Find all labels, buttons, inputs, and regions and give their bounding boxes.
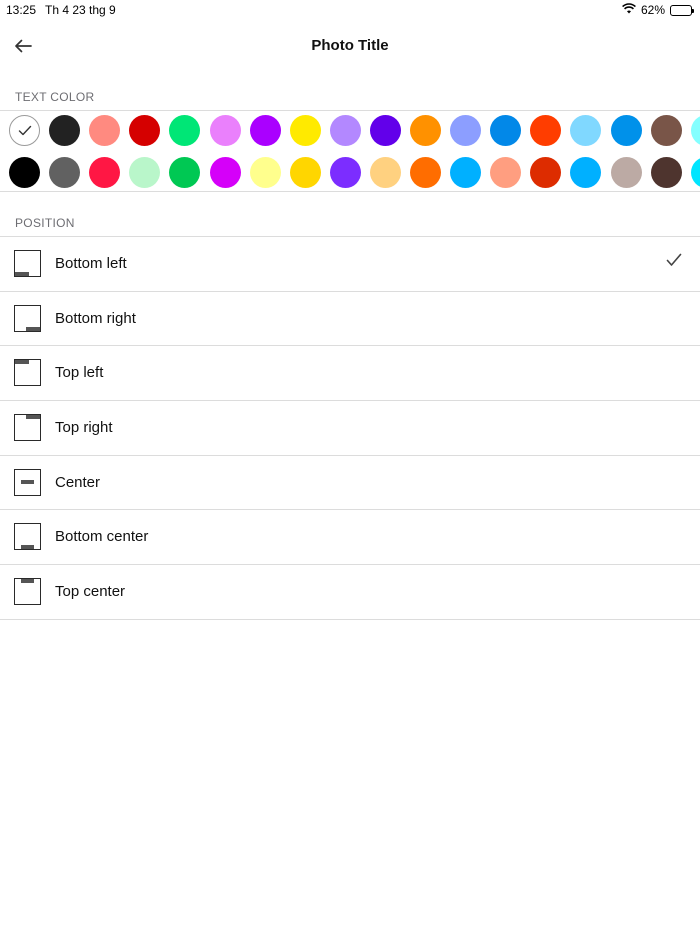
position-option-bottom-left[interactable]: Bottom left [0, 237, 700, 292]
color-grid [0, 110, 700, 192]
position-bottom-center-icon [14, 523, 41, 551]
position-label: Top right [55, 419, 113, 437]
position-label: Bottom left [55, 255, 127, 272]
checkmark-icon [666, 253, 682, 272]
status-date: Th 4 23 thg 9 [45, 3, 116, 17]
position-label: Top center [55, 583, 126, 601]
position-top-right-icon [14, 414, 41, 442]
color-swatch[interactable] [89, 115, 121, 146]
wifi-icon [622, 3, 636, 17]
color-swatch[interactable] [369, 115, 401, 146]
color-swatch[interactable] [530, 115, 562, 146]
position-marker [21, 480, 34, 485]
position-option-top-left[interactable]: Top left [0, 346, 700, 402]
position-top-center-icon [14, 578, 41, 606]
color-swatch[interactable] [650, 115, 682, 146]
color-swatch[interactable] [610, 115, 642, 146]
color-swatch[interactable] [169, 115, 201, 146]
color-swatch[interactable] [570, 157, 602, 188]
status-indicators: 62% [622, 3, 694, 17]
page-title: Photo Title [311, 37, 389, 54]
color-swatch[interactable] [289, 157, 321, 188]
position-header: POSITION [15, 216, 75, 230]
position-bottom-right-icon [14, 304, 41, 332]
position-option-top-right[interactable]: Top right [0, 401, 700, 456]
position-label: Top left [55, 364, 104, 382]
color-swatch[interactable] [490, 115, 522, 146]
color-swatch[interactable] [209, 115, 241, 146]
text-color-header: TEXT COLOR [15, 90, 95, 104]
color-swatch[interactable] [410, 157, 441, 188]
color-swatch[interactable] [9, 115, 40, 146]
color-swatch[interactable] [129, 157, 161, 188]
position-option-bottom-right[interactable]: Bottom right [0, 292, 700, 347]
position-marker [21, 545, 34, 550]
color-swatch[interactable] [329, 115, 361, 146]
battery-percent: 62% [640, 3, 665, 17]
position-list: Bottom left Bottom right Top left Top right… [0, 236, 700, 620]
color-swatch[interactable] [89, 157, 121, 188]
color-swatch[interactable] [329, 157, 361, 188]
color-swatch[interactable] [249, 115, 281, 146]
arrow-left-icon [15, 39, 32, 53]
position-option-bottom-center[interactable]: Bottom center [0, 510, 700, 566]
position-label: Center [55, 473, 101, 491]
color-swatch[interactable] [169, 157, 201, 188]
position-option-center[interactable]: Center [0, 456, 700, 511]
color-swatch[interactable] [490, 157, 522, 188]
color-swatch[interactable] [450, 157, 482, 188]
position-marker [26, 326, 40, 331]
position-option-top-center[interactable]: Top center [0, 565, 700, 620]
color-swatch[interactable] [9, 157, 40, 188]
color-swatch[interactable] [690, 115, 700, 146]
color-swatch[interactable] [129, 115, 161, 146]
position-marker [26, 415, 40, 420]
status-time: 13:25 [6, 3, 37, 17]
color-swatch[interactable] [289, 115, 321, 146]
position-marker [15, 360, 29, 365]
color-swatch[interactable] [570, 115, 602, 146]
position-label: Bottom center [55, 528, 149, 546]
color-swatch[interactable] [650, 157, 682, 188]
position-marker [15, 272, 29, 276]
position-top-left-icon [14, 359, 41, 387]
position-center-icon [14, 468, 41, 496]
back-button[interactable] [10, 34, 36, 58]
position-label: Bottom right [55, 309, 136, 327]
color-swatch[interactable] [530, 157, 562, 188]
color-swatch[interactable] [690, 157, 700, 188]
color-swatch[interactable] [249, 157, 281, 188]
color-swatch[interactable] [209, 157, 241, 188]
color-swatch[interactable] [49, 157, 81, 188]
position-bottom-left-icon [14, 250, 41, 277]
color-swatch[interactable] [49, 115, 81, 146]
status-bar: 13:25 Th 4 23 thg 9 62% [0, 0, 700, 20]
position-marker [21, 579, 34, 584]
checkmark-icon [18, 125, 31, 136]
color-swatch[interactable] [610, 157, 642, 188]
battery-icon [670, 4, 694, 16]
color-swatch[interactable] [369, 157, 401, 188]
navigation-bar: Photo Title [0, 24, 700, 68]
color-swatch[interactable] [450, 115, 482, 146]
color-swatch[interactable] [410, 115, 441, 146]
